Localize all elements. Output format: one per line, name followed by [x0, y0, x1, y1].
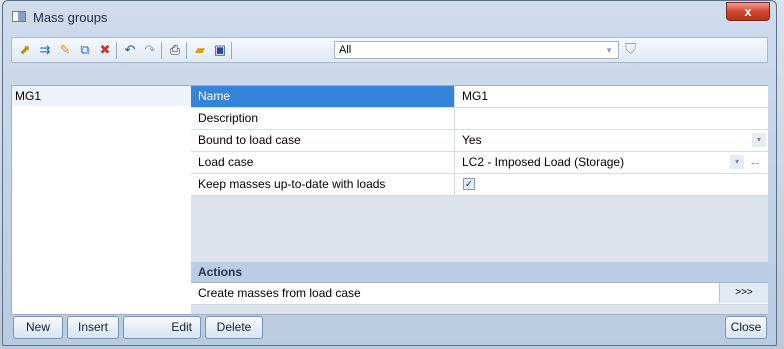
toolbar-separator — [186, 42, 187, 59]
mass-group-list: MG1 — [12, 86, 192, 314]
button-bar: New Insert Edit Delete Close — [11, 315, 768, 341]
keep-masses-checkbox[interactable]: ✓ — [463, 178, 475, 190]
save-icon[interactable]: ▣ — [212, 42, 228, 58]
property-label: Load case — [191, 152, 455, 173]
filter-funnel-icon[interactable]: ⛉ — [625, 41, 636, 58]
property-row-description[interactable]: Description — [191, 108, 768, 130]
actions-header: Actions — [191, 262, 768, 283]
bound-to-load-case-select[interactable]: Yes ▾ — [455, 130, 768, 151]
chevron-down-icon: ▾ — [606, 45, 612, 55]
insert-icon[interactable]: ⇉ — [37, 42, 53, 58]
filter-select-value: All — [339, 44, 352, 56]
more-options-button[interactable]: … — [748, 155, 762, 169]
print-icon[interactable]: ⎙ — [167, 42, 183, 58]
property-label: Description — [191, 108, 455, 129]
load-case-value: LC2 - Imposed Load (Storage) — [462, 155, 625, 169]
property-row-name[interactable]: Name MG1 — [191, 86, 768, 108]
name-field[interactable]: MG1 — [455, 86, 768, 107]
edit-icon[interactable]: ✎ — [57, 42, 73, 58]
property-label: Bound to load case — [191, 130, 455, 151]
close-window-button[interactable]: x — [726, 2, 770, 21]
toolbar-separator — [161, 42, 162, 59]
load-case-select[interactable]: LC2 - Imposed Load (Storage) ▾ … — [455, 152, 760, 173]
delete-icon[interactable]: ✖ — [97, 42, 113, 58]
filter-select[interactable]: All ▾ — [334, 41, 619, 59]
close-button[interactable]: Close — [725, 316, 767, 339]
insert-button[interactable]: Insert — [67, 316, 119, 339]
toolbar: ⬈ ⇉ ✎ ⧉ ✖ ↶ ↷ ⎙ ▰ ▣ All ▾ ⛉ — [11, 37, 768, 63]
property-row-bound[interactable]: Bound to load case Yes ▾ — [191, 130, 768, 152]
new-button[interactable]: New — [13, 316, 63, 339]
mass-groups-window: Mass groups x ⬈ ⇉ ✎ ⧉ ✖ ↶ ↷ ⎙ ▰ ▣ All ▾ … — [2, 0, 777, 346]
action-label: Create masses from load case — [198, 286, 361, 300]
new-icon[interactable]: ⬈ — [17, 42, 33, 58]
description-field[interactable] — [455, 108, 768, 129]
edit-button[interactable]: Edit — [123, 316, 201, 339]
window-icon — [12, 11, 26, 22]
keep-masses-cell: ✓ — [455, 174, 768, 195]
property-grid: Name MG1 Description Bound to load case … — [191, 86, 768, 314]
property-row-keep-masses[interactable]: Keep masses up-to-date with loads ✓ — [191, 174, 768, 196]
main-content: MG1 Name MG1 Description Bound to load c… — [11, 85, 768, 315]
chevron-down-icon[interactable]: ▾ — [730, 155, 744, 169]
undo-icon[interactable]: ↶ — [122, 42, 138, 58]
property-row-load-case[interactable]: Load case LC2 - Imposed Load (Storage) ▾… — [191, 152, 768, 174]
action-row[interactable]: Create masses from load case >>> — [191, 283, 768, 305]
bound-to-load-case-value: Yes — [462, 133, 482, 147]
delete-button[interactable]: Delete — [205, 316, 263, 339]
title-bar: Mass groups x — [3, 1, 776, 33]
run-action-button[interactable]: >>> — [719, 283, 768, 303]
toolbar-separator — [231, 42, 232, 59]
window-title: Mass groups — [33, 10, 108, 25]
property-label: Name — [191, 86, 455, 107]
open-icon[interactable]: ▰ — [192, 42, 208, 58]
chevron-down-icon[interactable]: ▾ — [752, 133, 766, 147]
copy-icon[interactable]: ⧉ — [77, 42, 93, 58]
toolbar-separator — [116, 42, 117, 59]
redo-icon[interactable]: ↷ — [142, 42, 158, 58]
property-label: Keep masses up-to-date with loads — [191, 174, 455, 195]
list-item[interactable]: MG1 — [12, 86, 191, 106]
